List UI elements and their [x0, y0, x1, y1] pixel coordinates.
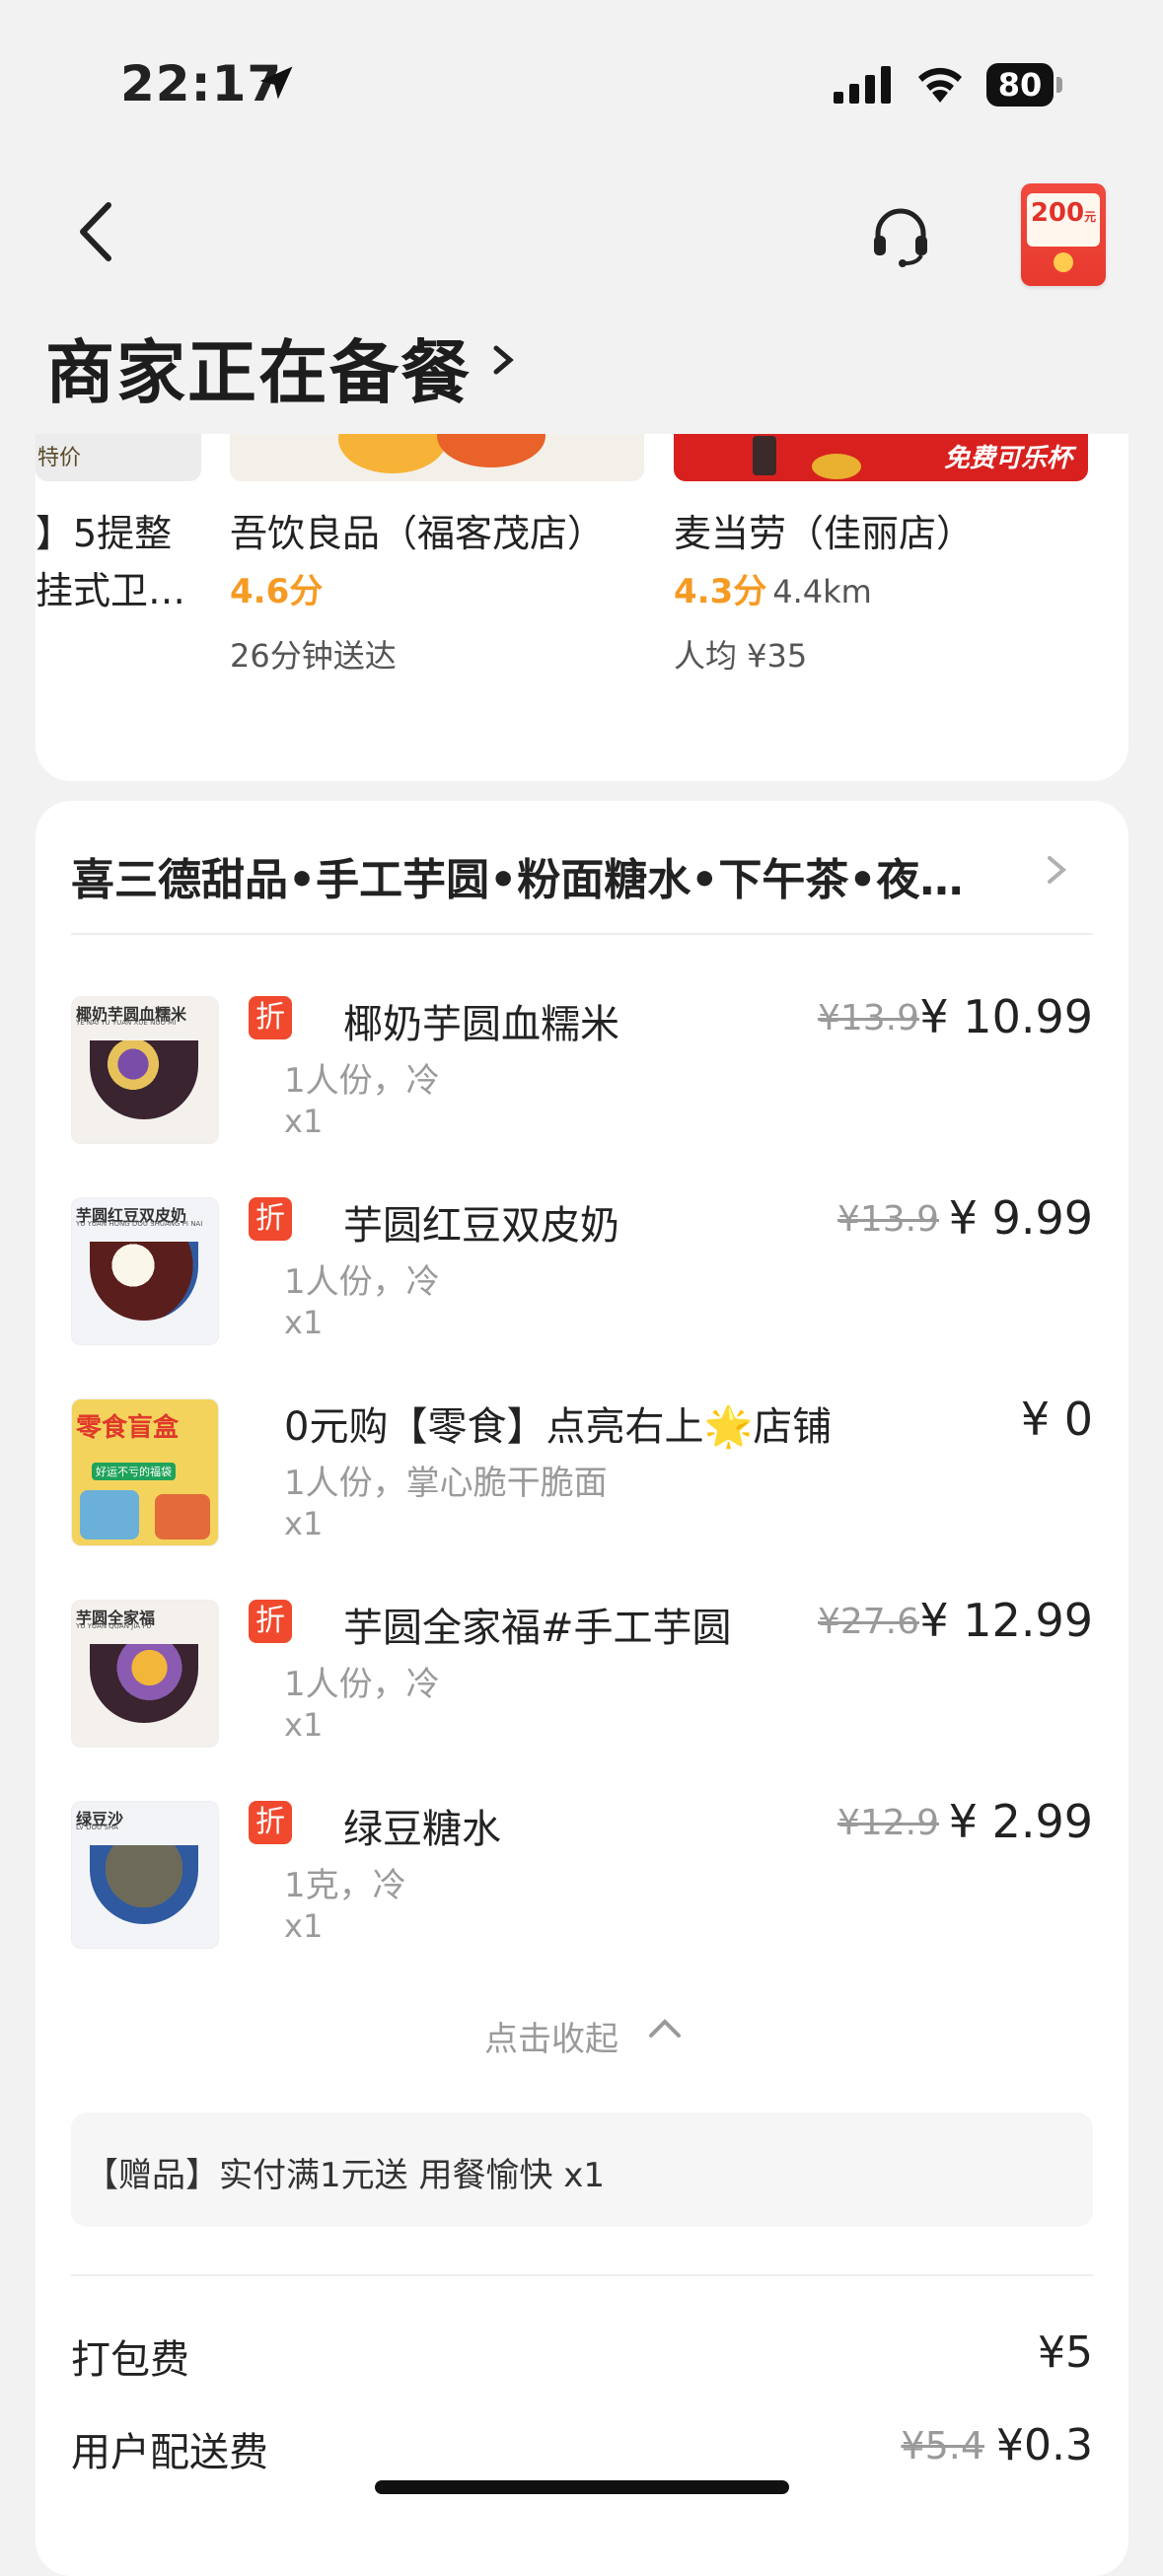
- item-qty: x1: [284, 1103, 324, 1140]
- signal-icon: [834, 66, 891, 104]
- item-price: ¥ 12.99: [919, 1594, 1093, 1647]
- rec-image-2[interactable]: [230, 434, 644, 481]
- item-name: 绿豆糖水: [343, 1807, 501, 1852]
- rec-image-3[interactable]: 免费可乐杯: [674, 434, 1088, 481]
- rec-name-1-line2[interactable]: 挂式卫…: [36, 560, 185, 614]
- home-indicator: [375, 2480, 789, 2494]
- item-thumbnail: 椰奶芋圆血糯米 YE NAI YU YUAN XUE NUO MI: [71, 996, 219, 1144]
- thumb-sub: YU YUAN QUAN JIA FU: [76, 1622, 152, 1630]
- item-original-price: ¥13.9: [836, 1199, 939, 1240]
- item-original-price: ¥27.6: [817, 1602, 919, 1642]
- thumb-sub: LV DOU SHA: [76, 1824, 118, 1831]
- item-name: 芋圆红豆双皮奶: [343, 1203, 619, 1249]
- item-name: 芋圆全家福#手工芋圆: [343, 1606, 732, 1651]
- red-packet-seal-icon: [1054, 252, 1073, 272]
- chevron-up-icon[interactable]: [647, 2014, 683, 2043]
- headset-icon[interactable]: [868, 202, 933, 267]
- rec-rating-row-3: 4.3分 4.4km: [674, 564, 872, 612]
- item-spec: 1人份，冷: [284, 1262, 440, 1302]
- discount-badge: 折: [249, 996, 292, 1039]
- thumb-sub: 好运不亏的福袋: [92, 1463, 176, 1480]
- item-spec: 1克，冷: [284, 1866, 406, 1905]
- collapse-button[interactable]: 点击收起: [484, 2012, 618, 2060]
- rec-name-2[interactable]: 吾饮良品（福客茂店）: [230, 503, 605, 557]
- item-spec: 1人份，掌心脆干脆面: [284, 1464, 608, 1503]
- location-arrow-icon: [259, 66, 293, 100]
- item-name: 椰奶芋圆血糯米: [343, 1002, 619, 1047]
- item-original-price: ¥13.9: [817, 998, 919, 1038]
- item-name: 0元购【零食】点亮右上🌟店铺: [284, 1404, 833, 1450]
- red-packet-button[interactable]: 200元: [1021, 183, 1106, 286]
- red-packet-amount: 200元: [1027, 193, 1100, 247]
- order-card: 喜三德甜品•手工芋圆•粉面糖水•下午茶•夜… 椰奶芋圆血糯米 YE NAI YU…: [36, 801, 1128, 2576]
- gift-text: 【赠品】实付满1元送 用餐愉快 x1: [85, 2156, 605, 2195]
- chevron-right-icon[interactable]: [488, 340, 518, 380]
- divider: [71, 933, 1093, 935]
- rec-distance: 4.4km: [772, 573, 872, 610]
- item-thumbnail: 零食盲盒 好运不亏的福袋: [71, 1398, 219, 1546]
- rec-rating: 4.3分: [674, 572, 767, 611]
- fee-value: ¥5: [1038, 2327, 1093, 2378]
- item-original-price: ¥12.9: [836, 1803, 939, 1843]
- order-item[interactable]: 芋圆红豆双皮奶 YU YUAN HONG DOU SHUANG PI NAI 折…: [71, 1191, 1093, 1355]
- fee-row-delivery: 用户配送费 ¥5.4 ¥0.3: [71, 2420, 1093, 2479]
- item-qty: x1: [284, 1304, 324, 1341]
- rec-rating-row-2: 4.6分: [230, 564, 323, 612]
- fee-label: 打包费: [71, 2337, 189, 2383]
- thumb-sub: YU YUAN HONG DOU SHUANG PI NAI: [76, 1220, 203, 1228]
- battery-icon: 80: [986, 63, 1054, 107]
- item-qty: x1: [284, 1907, 324, 1945]
- battery-tip: [1056, 77, 1062, 93]
- discount-badge: 折: [249, 1801, 292, 1844]
- order-item[interactable]: 椰奶芋圆血糯米 YE NAI YU YUAN XUE NUO MI 折 椰奶芋圆…: [71, 990, 1093, 1154]
- item-thumbnail: 芋圆全家福 YU YUAN QUAN JIA FU: [71, 1600, 219, 1748]
- rec-name-3[interactable]: 麦当劳（佳丽店）: [674, 503, 974, 557]
- rec-avg-price: 人均 ¥35: [674, 637, 808, 675]
- rec-delivery-time: 26分钟送达: [230, 637, 397, 675]
- recommendations-card: 特价 】5提整 挂式卫… 吾饮良品（福客茂店） 4.6分 26分钟送达 免费可乐…: [36, 434, 1128, 781]
- page-title[interactable]: 商家正在备餐: [45, 318, 472, 417]
- fee-original: ¥5.4: [901, 2424, 984, 2468]
- back-button[interactable]: [69, 197, 122, 266]
- rec-tag: 特价: [37, 446, 82, 470]
- fee-label: 用户配送费: [71, 2430, 268, 2475]
- status-bar: 22:17 80: [0, 0, 1163, 168]
- rec-banner: 免费可乐杯: [943, 444, 1072, 473]
- divider: [71, 2274, 1093, 2276]
- item-price: ¥ 2.99: [948, 1795, 1093, 1848]
- rec-name-1[interactable]: 】5提整: [36, 503, 172, 557]
- order-item[interactable]: 芋圆全家福 YU YUAN QUAN JIA FU 折 芋圆全家福#手工芋圆 1…: [71, 1594, 1093, 1757]
- wifi-icon: [918, 67, 962, 103]
- rec-image-1[interactable]: 特价: [36, 434, 201, 481]
- order-item[interactable]: 零食盲盒 好运不亏的福袋 0元购【零食】点亮右上🌟店铺 1人份，掌心脆干脆面 x…: [71, 1393, 1093, 1556]
- item-spec: 1人份，冷: [284, 1061, 440, 1101]
- thumb-sub: YE NAI YU YUAN XUE NUO MI: [76, 1019, 177, 1027]
- gift-box: 【赠品】实付满1元送 用餐愉快 x1: [71, 2112, 1093, 2227]
- item-qty: x1: [284, 1505, 324, 1542]
- item-spec: 1人份，冷: [284, 1665, 440, 1704]
- rec-rating: 4.6分: [230, 572, 324, 611]
- item-price: ¥ 10.99: [919, 990, 1093, 1043]
- shop-name[interactable]: 喜三德甜品•手工芋圆•粉面糖水•下午茶•夜…: [71, 844, 1038, 907]
- item-qty: x1: [284, 1706, 324, 1744]
- item-price: ¥ 0: [1020, 1393, 1093, 1446]
- item-thumbnail: 绿豆沙 LV DOU SHA: [71, 1801, 219, 1949]
- chevron-right-icon[interactable]: [1042, 850, 1071, 890]
- discount-badge: 折: [249, 1600, 292, 1643]
- discount-badge: 折: [249, 1197, 292, 1241]
- item-price: ¥ 9.99: [948, 1191, 1093, 1245]
- fee-value: ¥0.3: [996, 2420, 1093, 2470]
- order-item[interactable]: 绿豆沙 LV DOU SHA 折 绿豆糖水 1克，冷 x1 ¥12.9 ¥ 2.…: [71, 1795, 1093, 1959]
- item-thumbnail: 芋圆红豆双皮奶 YU YUAN HONG DOU SHUANG PI NAI: [71, 1197, 219, 1345]
- thumb-label: 零食盲盒: [76, 1413, 180, 1443]
- fee-row-packaging: 打包费 ¥5: [71, 2327, 1093, 2387]
